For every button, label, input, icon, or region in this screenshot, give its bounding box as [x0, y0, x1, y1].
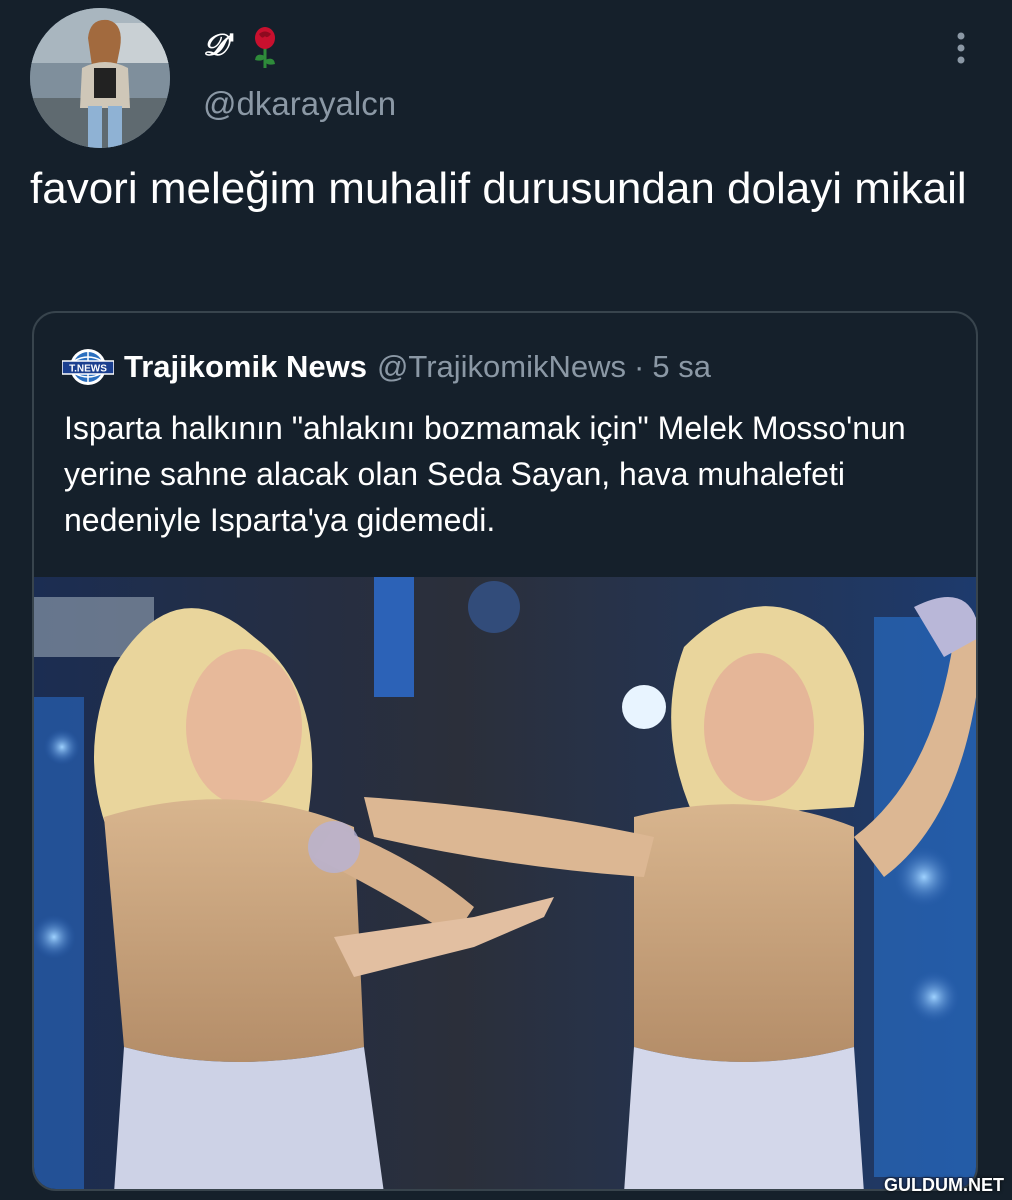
avatar-image: [30, 8, 170, 148]
quote-author-name[interactable]: Trajikomik News: [124, 349, 367, 385]
tweet: 𝒟' @dkarayalcn favori meleğim muhalif du…: [0, 0, 1012, 1200]
more-vertical-icon[interactable]: [946, 28, 976, 68]
quoted-tweet[interactable]: T.NEWS Trajikomik News @TrajikomikNews ·…: [32, 311, 978, 1191]
news-logo-text: T.NEWS: [69, 364, 107, 375]
user-handle[interactable]: @dkarayalcn: [203, 84, 396, 124]
tweet-text: favori meleğim muhalif durusundan dolayi…: [30, 164, 967, 213]
quote-timestamp[interactable]: 5 sa: [652, 349, 711, 385]
concert-photo[interactable]: [34, 577, 978, 1191]
quote-author-handle[interactable]: @TrajikomikNews: [377, 349, 626, 385]
quote-header: T.NEWS Trajikomik News @TrajikomikNews ·…: [62, 347, 711, 387]
news-logo-icon[interactable]: T.NEWS: [62, 347, 114, 387]
user-avatar[interactable]: [30, 8, 170, 148]
quote-separator: ·: [634, 349, 645, 384]
display-name[interactable]: 𝒟': [203, 28, 236, 64]
watermark: GULDUM.NET: [884, 1175, 1004, 1195]
quote-text: Isparta halkının "ahlakını bozmamak için…: [64, 410, 906, 538]
rose-icon: [255, 27, 275, 68]
